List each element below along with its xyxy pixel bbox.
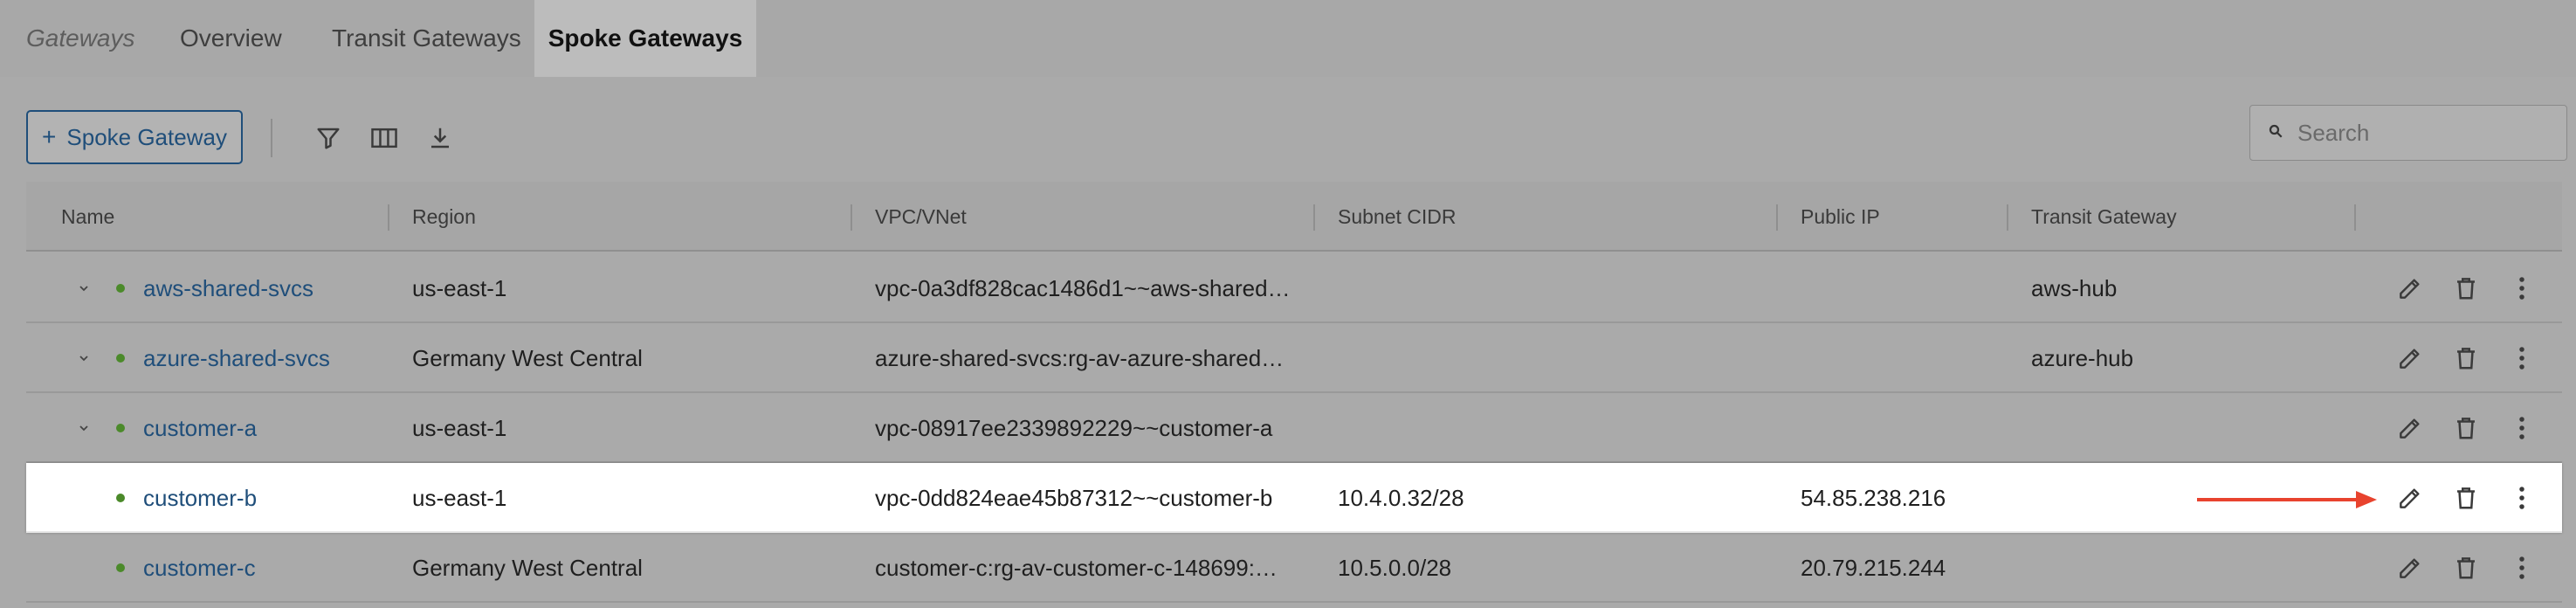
region-cell: Germany West Central (412, 344, 643, 371)
public-ip-cell (1801, 253, 2001, 323)
subnet-cidr-cell (1338, 393, 1766, 463)
status-dot (116, 424, 125, 432)
status-dot (116, 354, 125, 363)
column-header-region[interactable]: Region (412, 182, 476, 252)
gateway-name-link[interactable]: azure-shared-svcs (143, 323, 379, 393)
vpc-cell: azure-shared-svcs:rg-av-azure-shared… (875, 344, 1285, 371)
column-divider[interactable] (2007, 204, 2008, 231)
search-icon (2268, 123, 2283, 143)
column-header-transit-gateway[interactable]: Transit Gateway (2031, 182, 2177, 252)
gateway-name-link[interactable]: customer-b (143, 463, 379, 533)
gateway-name-link[interactable]: aws-shared-svcs (143, 253, 379, 323)
status-dot (116, 284, 125, 293)
tab-spoke-gateways[interactable]: Spoke Gateways (534, 0, 756, 77)
plus-icon: + (42, 123, 57, 150)
table-row[interactable]: azure-shared-svcs Germany West Central a… (26, 323, 2562, 393)
add-spoke-gateway-button[interactable]: + Spoke Gateway (26, 110, 243, 164)
transit-gateway-cell (2031, 463, 2206, 533)
table-row[interactable]: aws-shared-svcs us-east-1 vpc-0a3df828ca… (26, 253, 2562, 323)
chevron-down-icon[interactable] (72, 346, 96, 370)
tab-bar: Gateways Overview Transit Gateways Spoke… (0, 0, 2576, 77)
column-divider[interactable] (851, 204, 852, 231)
tab-overview[interactable]: Overview (180, 0, 282, 77)
more-icon[interactable] (2504, 550, 2539, 585)
vpc-cell: vpc-0dd824eae45b87312~~customer-b (875, 484, 1273, 511)
transit-gateway-cell: azure-hub (2031, 344, 2134, 371)
column-divider[interactable] (1776, 204, 1778, 231)
table-row-highlighted[interactable]: customer-b us-east-1 vpc-0dd824eae45b873… (26, 463, 2562, 533)
status-dot (116, 494, 125, 502)
table-row[interactable]: customer-a us-east-1 vpc-08917ee23398922… (26, 393, 2562, 463)
edit-icon[interactable] (2393, 480, 2428, 515)
delete-icon[interactable] (2449, 341, 2483, 376)
vpc-cell: customer-c:rg-av-customer-c-148699:… (875, 554, 1278, 581)
status-dot (116, 563, 125, 572)
tab-transit-gateways[interactable]: Transit Gateways (332, 0, 521, 77)
public-ip-cell (1801, 393, 2001, 463)
chevron-down-icon[interactable] (72, 276, 96, 301)
subnet-cidr-cell: 10.5.0.0/28 (1338, 554, 1452, 581)
column-header-subnet-cidr[interactable]: Subnet CIDR (1338, 182, 1457, 252)
toolbar-divider (271, 119, 272, 157)
gateway-name-link[interactable]: customer-c (143, 533, 379, 603)
column-header-vpc[interactable]: VPC/VNet (875, 182, 967, 252)
column-divider[interactable] (2354, 204, 2356, 231)
toolbar: + Spoke Gateway (0, 77, 2576, 182)
transit-gateway-cell (2031, 393, 2345, 463)
more-icon[interactable] (2504, 411, 2539, 446)
region-cell: Germany West Central (412, 554, 643, 581)
delete-icon[interactable] (2449, 271, 2483, 306)
arrow-icon (2197, 491, 2377, 508)
table-row[interactable]: customer-c Germany West Central customer… (26, 533, 2562, 603)
subnet-cidr-cell (1338, 253, 1766, 323)
search-box[interactable] (2249, 105, 2567, 161)
subnet-cidr-cell: 10.4.0.32/28 (1338, 484, 1464, 511)
more-icon[interactable] (2504, 271, 2539, 306)
public-ip-cell (1801, 323, 2001, 393)
subnet-cidr-cell (1338, 323, 1766, 393)
gateway-name-link[interactable]: customer-a (143, 393, 379, 463)
table-header: Name Region VPC/VNet Subnet CIDR Public … (26, 182, 2562, 252)
region-cell: us-east-1 (412, 484, 507, 511)
delete-icon[interactable] (2449, 480, 2483, 515)
delete-icon[interactable] (2449, 550, 2483, 585)
column-divider[interactable] (388, 204, 389, 231)
column-header-public-ip[interactable]: Public IP (1801, 182, 1880, 252)
edit-icon[interactable] (2393, 411, 2428, 446)
search-input[interactable] (2297, 119, 2551, 147)
chevron-down-icon[interactable] (72, 416, 96, 440)
vpc-cell: vpc-0a3df828cac1486d1~~aws-shared… (875, 274, 1291, 301)
transit-gateway-cell (2031, 533, 2345, 603)
more-icon[interactable] (2504, 480, 2539, 515)
breadcrumb-gateways[interactable]: Gateways (26, 0, 135, 77)
public-ip-cell: 20.79.215.244 (1801, 554, 1946, 581)
filter-icon[interactable] (311, 121, 346, 155)
transit-gateway-cell: aws-hub (2031, 274, 2118, 301)
region-cell: us-east-1 (412, 274, 507, 301)
add-spoke-gateway-label: Spoke Gateway (66, 123, 227, 150)
delete-icon[interactable] (2449, 411, 2483, 446)
public-ip-cell: 54.85.238.216 (1801, 484, 1946, 511)
column-header-name[interactable]: Name (61, 182, 114, 252)
columns-icon[interactable] (367, 121, 402, 155)
spoke-gateways-table: Name Region VPC/VNet Subnet CIDR Public … (26, 182, 2562, 608)
column-divider[interactable] (1313, 204, 1315, 231)
edit-icon[interactable] (2393, 550, 2428, 585)
more-icon[interactable] (2504, 341, 2539, 376)
region-cell: us-east-1 (412, 414, 507, 441)
vpc-cell: vpc-08917ee2339892229~~customer-a (875, 414, 1273, 441)
edit-icon[interactable] (2393, 341, 2428, 376)
download-icon[interactable] (423, 121, 458, 155)
edit-icon[interactable] (2393, 271, 2428, 306)
